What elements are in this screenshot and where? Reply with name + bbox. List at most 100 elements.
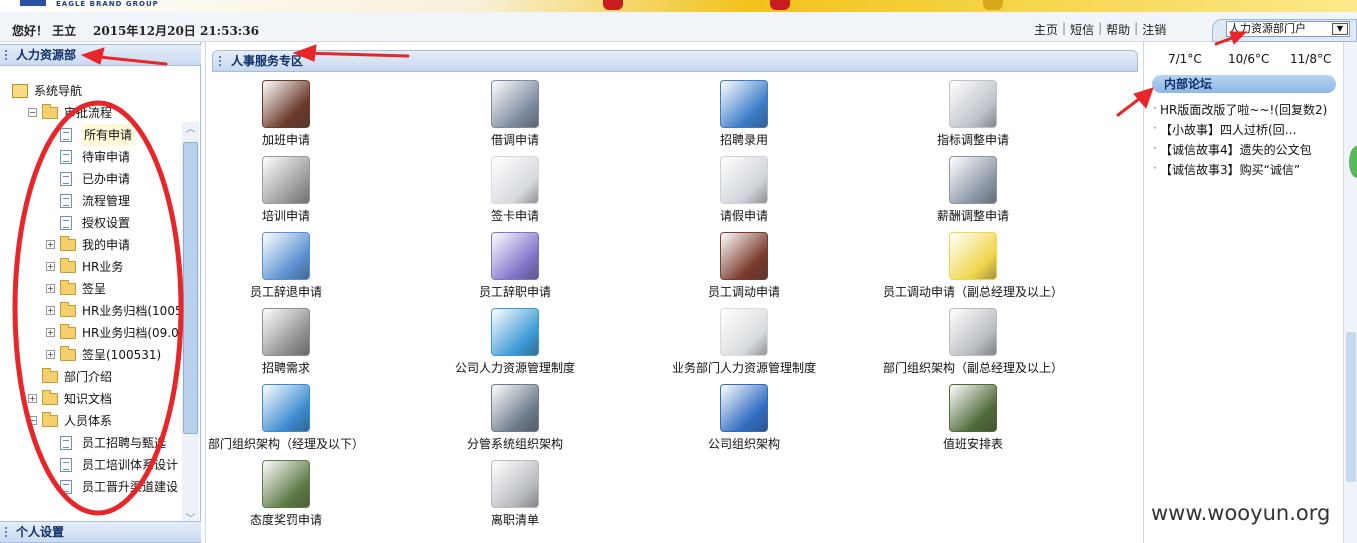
service-tile[interactable]: 公司组织架构 bbox=[634, 384, 854, 460]
tree-item[interactable]: + HR业务归档(09.06.30 bbox=[8, 322, 184, 344]
service-tile-label[interactable]: 业务部门人力资源管理制度 bbox=[634, 359, 854, 376]
phone2-icon[interactable] bbox=[262, 460, 310, 508]
service-tile[interactable]: 加班申请 bbox=[176, 80, 396, 156]
service-tile[interactable]: 薪酬调整申请 bbox=[863, 156, 1083, 232]
chevron-down-icon[interactable]: ▼ bbox=[1332, 23, 1348, 35]
service-tile-label[interactable]: 招聘需求 bbox=[176, 359, 396, 376]
service-tile[interactable]: 员工辞退申请 bbox=[176, 232, 396, 308]
service-tile[interactable]: 借调申请 bbox=[405, 80, 625, 156]
document-icon[interactable] bbox=[949, 80, 997, 128]
service-tile-label[interactable]: 部门组织架构（副总经理及以上） bbox=[863, 359, 1083, 376]
tree-item[interactable]: + HR业务归档(100531) bbox=[8, 300, 184, 322]
pages-icon[interactable] bbox=[720, 308, 768, 356]
tree-item[interactable]: 员工晋升渠道建设 bbox=[8, 476, 184, 498]
service-tile[interactable]: 值班安排表 bbox=[863, 384, 1083, 460]
dismiss-icon[interactable] bbox=[262, 232, 310, 280]
service-tile-label[interactable]: 部门组织架构（经理及以下） bbox=[176, 435, 396, 452]
expand-icon[interactable]: + bbox=[28, 394, 37, 403]
service-tile[interactable]: 培训申请 bbox=[176, 156, 396, 232]
service-tile[interactable]: 员工调动申请（副总经理及以上） bbox=[863, 232, 1083, 308]
tree-item[interactable]: 员工招聘与甄选 bbox=[8, 432, 184, 454]
tree-item[interactable]: 已办申请 bbox=[8, 168, 184, 190]
service-tile-label[interactable]: 离职清单 bbox=[405, 511, 625, 528]
service-tile-label[interactable]: 招聘录用 bbox=[634, 131, 854, 148]
tree-item[interactable]: 所有申请 bbox=[8, 124, 184, 146]
tree-item[interactable]: + 签呈(100531) bbox=[8, 344, 184, 366]
forum-post-link[interactable]: HR版面改版了啦~~!(回复数2) bbox=[1153, 101, 1327, 118]
forum-post-link[interactable]: 【小故事】四人过桥(回… bbox=[1153, 121, 1297, 138]
service-tile-label[interactable]: 公司人力资源管理制度 bbox=[405, 359, 625, 376]
service-tile[interactable]: 态度奖罚申请 bbox=[176, 460, 396, 536]
expand-icon[interactable]: + bbox=[46, 328, 55, 337]
tree-item[interactable]: + 知识文档 bbox=[8, 388, 184, 410]
recruit-icon[interactable] bbox=[720, 80, 768, 128]
service-tile-label[interactable]: 培训申请 bbox=[176, 207, 396, 224]
book-icon[interactable] bbox=[720, 384, 768, 432]
service-tile[interactable]: 部门组织架构（副总经理及以上） bbox=[863, 308, 1083, 384]
tree-item[interactable]: 待审申请 bbox=[8, 146, 184, 168]
page-scrollbar[interactable] bbox=[1343, 42, 1357, 543]
service-tile-label[interactable]: 值班安排表 bbox=[863, 435, 1083, 452]
service-tile-label[interactable]: 员工辞退申请 bbox=[176, 283, 396, 300]
sticky-notes-icon[interactable] bbox=[949, 232, 997, 280]
tree-item[interactable]: − 审批流程 bbox=[8, 102, 184, 124]
phone-icon[interactable] bbox=[949, 384, 997, 432]
service-tile-label[interactable]: 签卡申请 bbox=[405, 207, 625, 224]
service-tile[interactable]: 指标调整申请 bbox=[863, 80, 1083, 156]
service-tile[interactable]: 签卡申请 bbox=[405, 156, 625, 232]
mail-icon[interactable] bbox=[949, 308, 997, 356]
tree-item[interactable]: 员工培训体系设计 bbox=[8, 454, 184, 476]
service-tile-label[interactable]: 公司组织架构 bbox=[634, 435, 854, 452]
collapse-icon[interactable]: − bbox=[28, 108, 37, 117]
service-tile[interactable]: 请假申请 bbox=[634, 156, 854, 232]
tree-item[interactable]: 授权设置 bbox=[8, 212, 184, 234]
expand-icon[interactable]: + bbox=[46, 306, 55, 315]
service-tile-label[interactable]: 加班申请 bbox=[176, 131, 396, 148]
service-tile-label[interactable]: 指标调整申请 bbox=[863, 131, 1083, 148]
personal-settings-header[interactable]: 个人设置 bbox=[0, 521, 201, 543]
mail2-icon[interactable] bbox=[491, 460, 539, 508]
collapse-icon[interactable]: − bbox=[28, 416, 37, 425]
expand-icon[interactable]: + bbox=[46, 284, 55, 293]
portal-select[interactable]: 人力资源部门户 ▼ bbox=[1226, 21, 1350, 37]
tree-item[interactable]: 部门介绍 bbox=[8, 366, 184, 388]
tree-item[interactable]: 系统导航 bbox=[8, 80, 184, 102]
service-tile-label[interactable]: 员工调动申请（副总经理及以上） bbox=[863, 283, 1083, 300]
move-icon[interactable] bbox=[720, 232, 768, 280]
service-tile-label[interactable]: 借调申请 bbox=[405, 131, 625, 148]
nav-sms-link[interactable]: 短信 bbox=[1068, 21, 1096, 38]
service-tile[interactable]: 招聘录用 bbox=[634, 80, 854, 156]
globe-icon[interactable] bbox=[262, 384, 310, 432]
forum-post-link[interactable]: 【诚信故事4】遗失的公文包 bbox=[1153, 141, 1312, 158]
gear-folder-icon[interactable] bbox=[949, 156, 997, 204]
service-tile[interactable]: 业务部门人力资源管理制度 bbox=[634, 308, 854, 384]
service-tile[interactable]: 员工辞职申请 bbox=[405, 232, 625, 308]
expand-icon[interactable]: + bbox=[46, 240, 55, 249]
nav-home-link[interactable]: 主页 bbox=[1032, 21, 1060, 38]
service-tile[interactable]: 部门组织架构（经理及以下） bbox=[176, 384, 396, 460]
nav-help-link[interactable]: 帮助 bbox=[1104, 21, 1132, 38]
signcard-icon[interactable] bbox=[491, 156, 539, 204]
nav-logout-link[interactable]: 注销 bbox=[1140, 21, 1168, 38]
sidebar-section-header[interactable]: 人力资源部 bbox=[0, 44, 201, 66]
expand-icon[interactable]: + bbox=[46, 350, 55, 359]
service-tile-label[interactable]: 请假申请 bbox=[634, 207, 854, 224]
scroll-thumb[interactable] bbox=[1346, 332, 1356, 482]
resign-icon[interactable] bbox=[491, 232, 539, 280]
newspaper-icon[interactable] bbox=[262, 308, 310, 356]
monitor-icon[interactable] bbox=[491, 308, 539, 356]
service-tile-label[interactable]: 薪酬调整申请 bbox=[863, 207, 1083, 224]
tree-item[interactable]: + HR业务 bbox=[8, 256, 184, 278]
leave-icon[interactable] bbox=[720, 156, 768, 204]
tree-item[interactable]: + 我的申请 bbox=[8, 234, 184, 256]
transfer-icon[interactable] bbox=[491, 80, 539, 128]
tree-item[interactable]: − 人员体系 bbox=[8, 410, 184, 432]
service-tile[interactable]: 公司人力资源管理制度 bbox=[405, 308, 625, 384]
expand-icon[interactable]: + bbox=[46, 262, 55, 271]
service-tile[interactable]: 离职清单 bbox=[405, 460, 625, 536]
service-tile-label[interactable]: 员工调动申请 bbox=[634, 283, 854, 300]
service-tile-label[interactable]: 员工辞职申请 bbox=[405, 283, 625, 300]
overtime-icon[interactable] bbox=[262, 80, 310, 128]
service-tile[interactable]: 招聘需求 bbox=[176, 308, 396, 384]
training-icon[interactable] bbox=[262, 156, 310, 204]
